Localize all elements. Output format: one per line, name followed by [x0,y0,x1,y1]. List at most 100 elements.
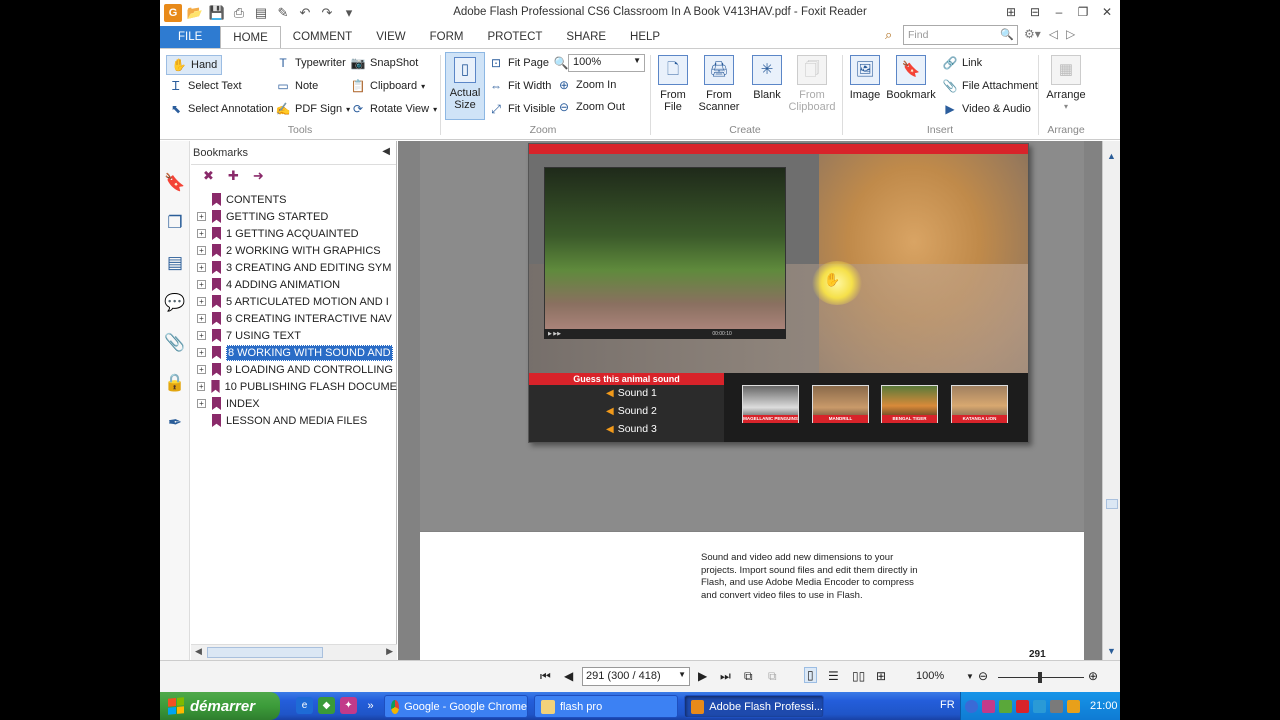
save-icon[interactable]: 💾 [208,4,226,22]
security-panel-icon[interactable]: 🔒 [160,363,190,403]
tab-file[interactable]: FILE [160,26,221,48]
bookmark-item[interactable]: + INDEX [191,395,397,412]
bookmark-item[interactable]: +8 WORKING WITH SOUND AND [191,344,397,361]
clipboard-button[interactable]: 📋 Clipboard ▾ [350,78,426,94]
expand-icon[interactable]: + [197,331,206,340]
bookmark-item[interactable]: +10 PUBLISHING FLASH DOCUME [191,378,397,395]
fit-visible-button[interactable]: ⤢ Fit Visible [488,101,555,117]
tray-app-icon[interactable] [965,699,978,713]
from-clipboard-button[interactable]: 🗍 From Clipboard [788,55,836,113]
expand-icon[interactable]: + [197,263,206,272]
page-number-input[interactable]: 291 (300 / 418) ▼ [582,667,690,686]
bookmark-item[interactable]: + GETTING STARTED [191,208,397,225]
expand-icon[interactable]: + [197,348,206,357]
zoom-slider-knob[interactable] [1038,672,1042,683]
tab-help[interactable]: HELP [618,26,672,48]
zoom-in-status-icon[interactable]: ⊕ [1088,669,1098,683]
previous-view-icon[interactable]: ⧉ [744,669,753,684]
ribbon-toggle-icon[interactable]: ⊟ [1026,3,1044,21]
bookmark-button[interactable]: 🔖 Bookmark [886,55,936,101]
scroll-right-icon[interactable]: ▶ [386,646,393,657]
zoom-out-button[interactable]: ⊖ Zoom Out [556,99,625,115]
actual-size-button[interactable]: ▯ Actual Size [445,52,485,120]
single-page-icon[interactable]: ▯ [804,667,817,683]
expand-icon[interactable]: + [197,280,206,289]
next-page-icon[interactable]: ▶ [698,669,707,683]
typewriter-button[interactable]: T Typewriter [275,55,345,71]
tray-volume-icon[interactable] [1050,699,1063,713]
layers-panel-icon[interactable]: ▤ [160,243,190,283]
bookmark-item[interactable]: +9 LOADING AND CONTROLLING [191,361,397,378]
app-icon[interactable]: ◆ [318,697,335,714]
tray-app-icon[interactable] [999,699,1012,713]
tab-view[interactable]: VIEW [364,26,417,48]
link-button[interactable]: 🔗 Link [942,55,983,71]
scrollbar-thumb[interactable] [1106,499,1118,509]
expand-icon[interactable]: + [197,246,206,255]
from-scanner-button[interactable]: 🖨 From Scanner [695,55,743,113]
skin-icon[interactable]: ⊞ [1002,3,1020,21]
ie-icon[interactable]: e [296,697,313,714]
open-folder-icon[interactable]: 📂 [186,4,204,22]
settings-gear-icon[interactable]: ⚙▾ [1024,27,1041,41]
expand-icon[interactable]: + [197,399,206,408]
expand-icon[interactable]: + [197,382,206,391]
hand-tool-button[interactable]: ✋ Hand [166,55,223,75]
tab-protect[interactable]: PROTECT [475,26,554,48]
delete-bookmark-icon[interactable]: ✖ [203,168,214,184]
previous-page-icon[interactable]: ◀ [564,669,573,683]
more-quicklaunch-icon[interactable]: » [362,697,379,714]
image-button[interactable]: 🖼 Image [848,55,882,101]
scroll-up-icon[interactable]: ▲ [1107,151,1116,161]
close-icon[interactable]: ✕ [1098,3,1116,21]
document-view[interactable]: ▶ ▶▶ 00:00:10 ✋ Guess this animal sound … [398,141,1102,660]
attachments-panel-icon[interactable]: 📎 [160,323,190,363]
first-page-icon[interactable]: ⏮ [540,669,551,684]
facing-icon[interactable]: ▯▯ [852,669,865,683]
scroll-left-icon[interactable]: ◀ [195,646,202,657]
bookmark-item[interactable]: +2 WORKING WITH GRAPHICS [191,242,397,259]
goto-bookmark-icon[interactable]: ➜ [253,168,264,184]
blank-button[interactable]: ✳ Blank [750,55,784,101]
minimize-icon[interactable]: – [1050,3,1068,21]
zoom-in-button[interactable]: ⊕ Zoom In [556,77,616,93]
find-input[interactable]: Find 🔍 [903,25,1018,45]
print-icon[interactable]: ⎙ [230,4,248,22]
continuous-icon[interactable]: ☰ [828,669,839,683]
continuous-facing-icon[interactable]: ⊞ [876,669,886,683]
zoom-level-status[interactable]: 100% [916,670,944,682]
next-view-icon[interactable]: ⧉ [768,669,777,684]
expand-icon[interactable]: + [197,229,206,238]
tray-shield-icon[interactable] [1016,699,1029,713]
rotate-view-button[interactable]: ⟳ Rotate View ▾ [350,101,437,117]
find-options-icon[interactable]: ⌕ [885,27,892,43]
scroll-down-icon[interactable]: ▼ [1107,646,1116,656]
video-audio-button[interactable]: ▶ Video & Audio [942,101,1031,117]
bookmark-item[interactable]: LESSON AND MEDIA FILES [191,412,397,429]
start-button[interactable]: démarrer [160,692,280,720]
note-button[interactable]: ▭ Note [275,78,318,94]
vertical-scrollbar[interactable]: ▲ ▼ [1102,141,1120,660]
task-flash-pro-folder[interactable]: flash pro [534,695,678,718]
signatures-panel-icon[interactable]: ✒ [160,403,190,443]
search-icon[interactable]: 🔍 [1000,28,1014,41]
bookmark-item[interactable]: CONTENTS [191,191,397,208]
bookmark-item[interactable]: +1 GETTING ACQUAINTED [191,225,397,242]
pdf-sign-button[interactable]: ✍ PDF Sign ▾ [275,101,351,117]
app-icon[interactable]: ✦ [340,697,357,714]
zoom-slider[interactable] [998,672,1084,683]
undo-icon[interactable]: ↶ [296,4,314,22]
file-attachment-button[interactable]: 📎 File Attachment [942,78,1038,94]
bookmark-item[interactable]: +5 ARTICULATED MOTION AND I [191,293,397,310]
expand-icon[interactable]: + [197,212,206,221]
bookmark-item[interactable]: +7 USING TEXT [191,327,397,344]
tab-comment[interactable]: COMMENT [281,26,364,48]
task-chrome[interactable]: Google - Google Chrome [384,695,528,718]
tray-app-icon[interactable] [982,699,995,713]
zoom-level-select[interactable]: 100% ▼ [568,54,645,72]
select-annotation-button[interactable]: ⬉ Select Annotation [168,101,274,117]
expand-icon[interactable]: + [197,314,206,323]
zoom-out-status-icon[interactable]: ⊖ [978,669,988,683]
from-file-button[interactable]: 🗋 From File [656,55,690,113]
redo-icon[interactable]: ↷ [318,4,336,22]
